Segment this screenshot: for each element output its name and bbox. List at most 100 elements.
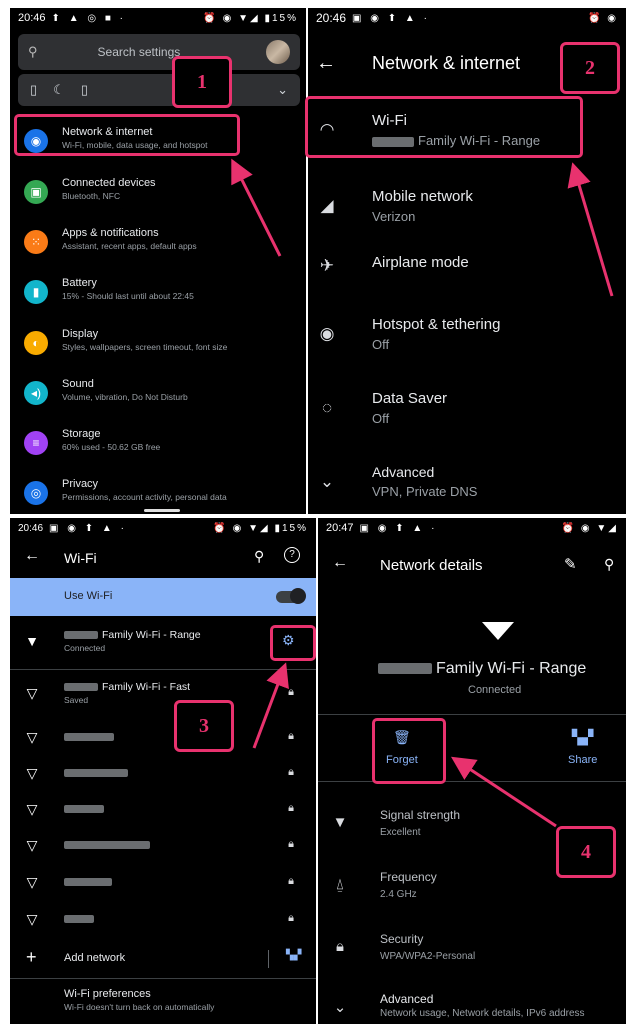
use-wifi-toggle-row[interactable]: Use Wi-Fi (10, 578, 316, 616)
search-bar[interactable]: ⚲ Search settings (18, 34, 300, 70)
prefs-subtitle: Wi-Fi doesn't turn back on automatically (64, 1002, 215, 1012)
step-number-1: 1 (172, 56, 232, 108)
back-arrow-icon[interactable]: ← (332, 554, 348, 572)
redacted-text (64, 631, 98, 640)
network-item-advanced[interactable]: ⌄ Advanced VPN, Private DNS (308, 448, 626, 514)
avatar[interactable] (266, 40, 290, 64)
wifi-network-row[interactable]: ▽ 🔒︎ (10, 865, 316, 901)
item-subtitle: Styles, wallpapers, screen timeout, font… (62, 342, 228, 352)
chevron-down-icon[interactable]: ⌄ (277, 82, 288, 98)
redacted-text (64, 769, 128, 778)
wifi-network-row[interactable]: ▽ 🔒︎ (10, 720, 316, 756)
settings-item-display[interactable]: ◐ Display Styles, wallpapers, screen time… (10, 318, 306, 368)
page-title: Network & internet (372, 52, 521, 73)
item-title: Data Saver (372, 390, 448, 407)
settings-item-apps[interactable]: ⁙ Apps & notifications Assistant, recent … (10, 217, 306, 267)
divider (10, 669, 316, 670)
status-icons: ⏰ ◉ ▼◢ ▮15% (213, 522, 308, 534)
sound-icon: ◂) (24, 381, 48, 405)
plus-icon: + (26, 947, 37, 967)
network-status: Saved (64, 695, 89, 705)
redacted-text (378, 663, 432, 675)
battery-saver-icon[interactable]: ▯ (30, 82, 37, 98)
status-icons: ⏰ ◉ (588, 12, 618, 24)
status-bar: 20:47 ▣ ◉ ⬆ ▲ · ⏰ ◉ ▼◢ (318, 518, 626, 538)
lock-icon: 🔒︎ (288, 802, 294, 814)
share-button[interactable]: ▚▞ Share (568, 729, 597, 766)
item-subtitle: Bluetooth, NFC (62, 191, 121, 201)
detail-title: Frequency (380, 870, 437, 884)
settings-item-privacy[interactable]: ◎ Privacy Permissions, account activity, … (10, 468, 306, 514)
status-bar: 20:46 ▣ ◉ ⬆ ▲ · ⏰ ◉ (308, 8, 626, 28)
network-status: Connected (64, 643, 106, 653)
wifi-network-row[interactable]: ▽ 🔒︎ (10, 792, 316, 828)
item-subtitle: Off (372, 337, 390, 352)
page-title: Network details (380, 557, 483, 574)
detail-title: Advanced (380, 992, 434, 1006)
detail-value: Excellent (380, 827, 421, 838)
wifi-icon: ▽ (26, 765, 38, 781)
add-network-label: Add network (64, 952, 126, 964)
lock-icon: 🔒︎ (288, 766, 294, 778)
notification-icons: ▣ ◉ ⬆ ▲ · (49, 522, 127, 534)
item-title: Advanced (372, 464, 435, 480)
page-title: Wi-Fi (64, 550, 97, 566)
qr-code-icon: ▚▞ (571, 729, 594, 745)
network-status: Connected (468, 684, 522, 696)
search-icon[interactable]: ⚲ (604, 556, 614, 573)
quick-settings-bar: ▯ ☾ ▯ ⌄ (18, 74, 300, 106)
wifi-network-row[interactable]: ▽ 🔒︎ (10, 756, 316, 792)
antenna-icon: ⍙ (335, 876, 345, 893)
toggle-knob[interactable] (290, 588, 306, 604)
divider (10, 978, 316, 979)
use-wifi-label: Use Wi-Fi (64, 590, 113, 602)
home-indicator[interactable] (144, 509, 180, 512)
search-icon[interactable]: ⚲ (254, 548, 264, 565)
network-item-data-saver[interactable]: ◌ Data Saver Off (308, 374, 626, 442)
lock-icon: 🔒︎ (288, 838, 294, 850)
redacted-text (64, 878, 112, 887)
wifi-network-row[interactable]: ▽ Family Wi-Fi - Fast Saved 🔒︎ (10, 676, 316, 712)
night-mode-icon[interactable]: ☾ (53, 82, 65, 98)
wifi-icon: ▽ (26, 685, 38, 701)
settings-item-storage[interactable]: ≡ Storage 60% used - 50.62 GB free (10, 418, 306, 468)
wifi-network-row[interactable]: ▽ 🔒︎ (10, 828, 316, 864)
notification-icons: ⬆ ▲ ◎ ■ · (51, 12, 127, 24)
edit-icon[interactable]: ✎ (564, 555, 577, 573)
add-network-row[interactable]: + Add network ▚▞ (10, 944, 316, 974)
notification-icons: ▣ ◉ ⬆ ▲ · (359, 522, 438, 534)
item-subtitle: 60% used - 50.62 GB free (62, 442, 161, 452)
redacted-text (64, 733, 114, 742)
apps-icon: ⁙ (24, 230, 48, 254)
item-title: Airplane mode (372, 254, 469, 271)
wifi-icon: ▽ (26, 837, 38, 853)
network-item-hotspot[interactable]: ◉ Hotspot & tethering Off (308, 300, 626, 368)
devices-icon: ▣ (24, 180, 48, 204)
back-arrow-icon[interactable]: ← (316, 52, 336, 75)
help-icon[interactable]: ? (284, 547, 300, 563)
detail-advanced[interactable]: ⌄ Advanced Network usage, Network detail… (318, 978, 626, 1024)
item-title: Display (62, 328, 99, 340)
settings-item-sound[interactable]: ◂) Sound Volume, vibration, Do Not Distur… (10, 368, 306, 418)
settings-item-connected-devices[interactable]: ▣ Connected devices Bluetooth, NFC (10, 167, 306, 217)
wifi-network-row[interactable]: ▽ 🔒︎ (10, 902, 316, 938)
detail-value: WPA/WPA2-Personal (380, 951, 476, 962)
status-icons: ⏰ ◉ ▼◢ (561, 522, 618, 534)
settings-item-battery[interactable]: ▮ Battery 15% - Should last until about 2… (10, 267, 306, 317)
highlight-gear (270, 625, 316, 661)
item-title: Mobile network (372, 188, 473, 205)
item-title: Sound (62, 378, 94, 390)
qr-scan-icon[interactable]: ▚▞ (286, 950, 301, 961)
vibrate-icon[interactable]: ▯ (81, 82, 88, 98)
redacted-text (64, 915, 94, 924)
wifi-preferences-row[interactable]: Wi-Fi preferences Wi-Fi doesn't turn bac… (64, 988, 214, 1012)
app-bar: ← Wi-Fi ⚲ ? (10, 544, 316, 574)
chevron-down-icon: ⌄ (333, 999, 347, 1016)
network-item-mobile[interactable]: ◢ Mobile network Verizon (308, 172, 626, 240)
item-title: Apps & notifications (62, 227, 159, 239)
battery-icon: ▮ (24, 280, 48, 304)
highlight-network-internet (14, 114, 240, 156)
back-arrow-icon[interactable]: ← (24, 547, 40, 565)
battery-percent: 15% (271, 12, 298, 24)
item-title: Privacy (62, 478, 99, 490)
